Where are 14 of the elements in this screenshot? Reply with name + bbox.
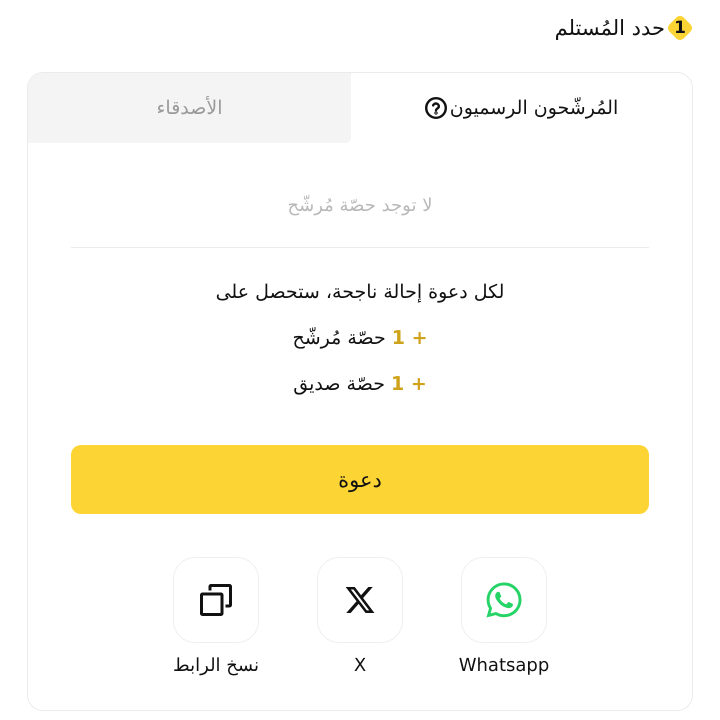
share-label: Whatsapp xyxy=(458,654,550,678)
invite-button[interactable]: دعوة xyxy=(71,445,649,514)
share-label: نسخ الرابط xyxy=(173,654,259,678)
step-badge: 1 xyxy=(665,12,695,42)
whatsapp-logo-icon xyxy=(484,580,524,620)
reward-intro: لكل دعوة إحالة ناجحة، ستحصل على xyxy=(216,280,504,305)
section-title: حدد المُستلم xyxy=(554,14,665,42)
empty-message: لا توجد حصّة مُرشّح xyxy=(286,194,434,218)
x-logo-icon xyxy=(344,584,376,616)
share-button[interactable] xyxy=(317,557,403,643)
share-label: X xyxy=(354,654,366,678)
copy-icon xyxy=(198,582,234,618)
help-icon[interactable] xyxy=(424,97,447,119)
share-button[interactable] xyxy=(173,557,259,643)
